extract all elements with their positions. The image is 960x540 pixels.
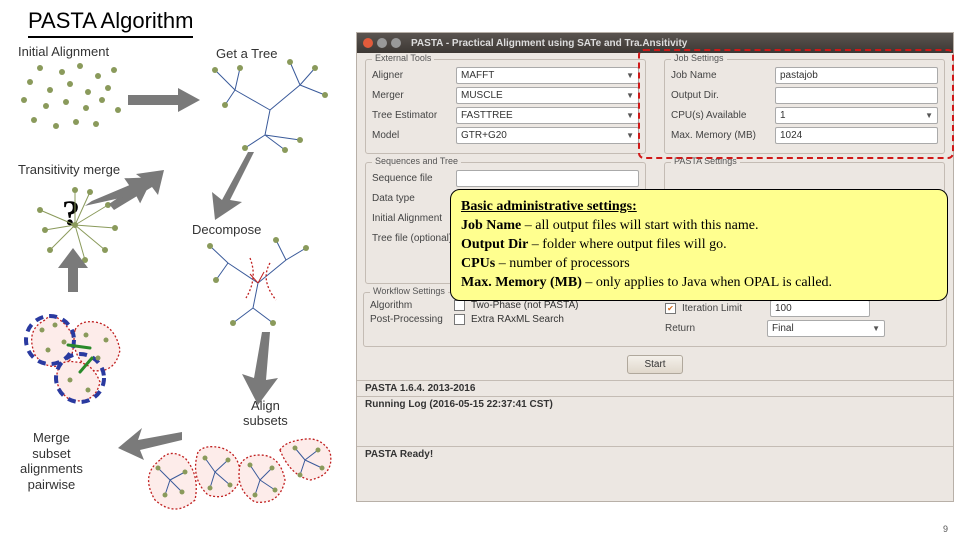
frame-title-seq: Sequences and Tree	[372, 156, 461, 166]
align-subsets-blobs	[149, 439, 331, 509]
frame-title-external: External Tools	[372, 53, 434, 63]
label-post-processing: Post-Processing	[370, 314, 448, 325]
callout-settings: Basic administrative settings: Job Name …	[450, 189, 948, 301]
dropdown-aligner[interactable]: MAFFT▼	[456, 67, 639, 84]
chevron-down-icon: ▼	[626, 131, 634, 140]
label-raxml: Extra RAxML Search	[471, 314, 564, 325]
tree-graphic	[212, 59, 328, 153]
checkbox-two-phase[interactable]	[454, 300, 465, 311]
label-model: Model	[372, 130, 450, 141]
label-initial-alignment: Initial Alignment	[372, 213, 450, 224]
start-button[interactable]: Start	[627, 355, 682, 374]
chevron-down-icon: ▼	[626, 71, 634, 80]
dropdown-merger[interactable]: MUSCLE▼	[456, 87, 639, 104]
runlog-header: Running Log (2016-05-15 22:37:41 CST)	[357, 396, 953, 412]
window-title: PASTA - Practical Alignment using SATe a…	[411, 38, 687, 49]
minimize-icon[interactable]	[377, 38, 387, 48]
label-two-phase: Two-Phase (not PASTA)	[471, 300, 578, 311]
frame-title-workflow: Workflow Settings	[370, 286, 448, 296]
input-iteration-limit[interactable]: 100	[770, 300, 870, 317]
frame-external-tools: External Tools AlignerMAFFT▼ MergerMUSCL…	[365, 59, 646, 154]
dropdown-tree-estimator[interactable]: FASTTREE▼	[456, 107, 639, 124]
decompose-tree	[207, 237, 309, 326]
slide-title: PASTA Algorithm	[28, 8, 193, 38]
page-number: 9	[943, 524, 948, 534]
ready-text: PASTA Ready!	[357, 446, 953, 462]
label-algorithm: Algorithm	[370, 300, 448, 311]
job-settings-highlight	[638, 49, 954, 159]
label-merger: Merger	[372, 90, 450, 101]
checkbox-iteration-limit[interactable]: ✔	[665, 303, 676, 314]
version-text: PASTA 1.6.4. 2013-2016	[357, 381, 953, 396]
close-icon[interactable]	[363, 38, 373, 48]
label-tree-estimator: Tree Estimator	[372, 110, 450, 121]
dropdown-return[interactable]: Final▼	[767, 320, 885, 337]
checkbox-raxml[interactable]	[454, 314, 465, 325]
arrow-down-2	[242, 332, 278, 405]
label-aligner: Aligner	[372, 70, 450, 81]
label-data-type: Data type	[372, 193, 450, 204]
label-sequence-file: Sequence file	[372, 173, 450, 184]
dropdown-model[interactable]: GTR+G20▼	[456, 127, 639, 144]
arrow-up-left	[85, 166, 164, 216]
merge-blobs	[26, 316, 120, 402]
initial-scatter	[21, 63, 121, 129]
arrow-down-1	[212, 152, 254, 220]
maximize-icon[interactable]	[391, 38, 401, 48]
callout-title: Basic administrative settings:	[461, 199, 637, 214]
arrow-right-1	[128, 88, 200, 112]
label-return: Return	[665, 323, 761, 334]
label-iteration-limit: Iteration Limit	[682, 303, 764, 314]
input-sequence-file[interactable]	[456, 170, 639, 187]
algorithm-diagram	[10, 40, 350, 530]
chevron-down-icon: ▼	[872, 324, 880, 333]
chevron-down-icon: ▼	[626, 91, 634, 100]
chevron-down-icon: ▼	[626, 111, 634, 120]
